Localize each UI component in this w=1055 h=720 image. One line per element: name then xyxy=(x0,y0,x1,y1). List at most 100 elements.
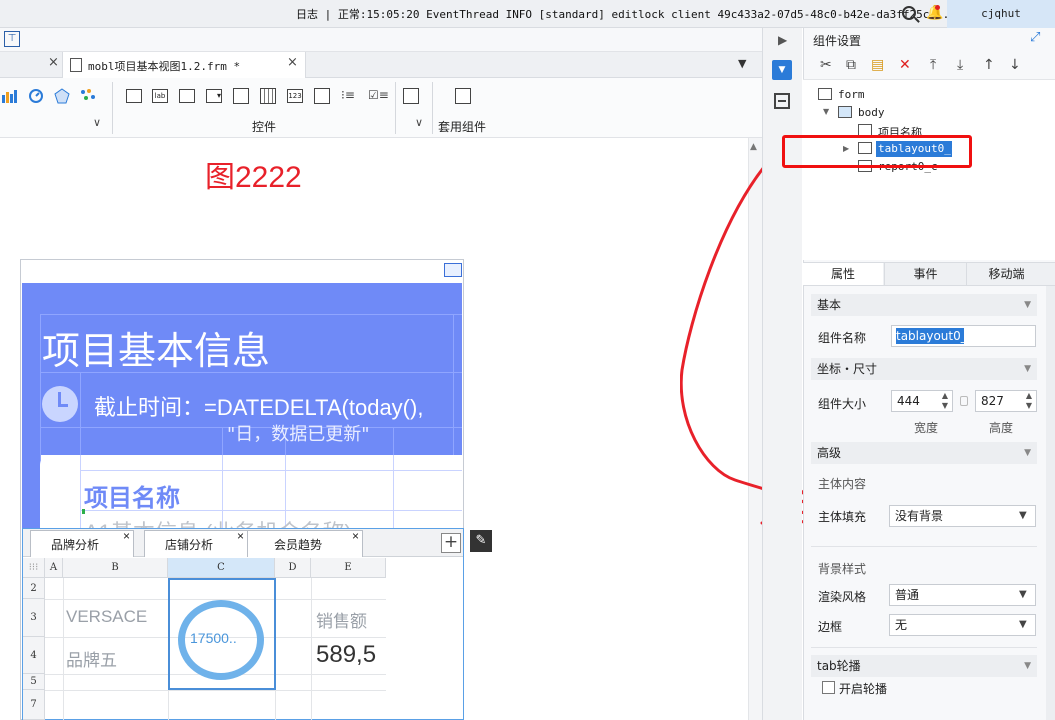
cut-icon[interactable]: ✂ xyxy=(820,57,832,73)
chevron-down-icon[interactable]: ▼ xyxy=(1019,589,1027,600)
column-header[interactable]: D xyxy=(275,558,311,578)
search-icon[interactable] xyxy=(902,6,916,20)
expand-arrow-icon[interactable]: ▼ xyxy=(823,107,829,116)
apply-component-label[interactable]: 套用组件 xyxy=(438,118,486,135)
gauge-chart-icon[interactable] xyxy=(28,88,44,104)
cell-b3[interactable]: VERSACE xyxy=(66,607,147,627)
log-label[interactable]: 日志 xyxy=(296,8,318,21)
carousel-label[interactable]: 开启轮播 xyxy=(839,680,887,697)
carousel-checkbox[interactable] xyxy=(822,681,835,694)
height-stepper[interactable]: ▲ ▼ xyxy=(1023,391,1035,413)
tab-close-icon[interactable]: × xyxy=(287,55,298,70)
tab-member-trend[interactable]: 会员趋势 × xyxy=(247,529,363,557)
toolbar-divider xyxy=(432,82,433,134)
section-basic[interactable]: 基本 ▼ xyxy=(811,294,1037,316)
text-input-widget-icon[interactable] xyxy=(179,89,195,103)
delete-icon[interactable]: ✕ xyxy=(899,57,911,73)
move-top-icon[interactable]: ⤒ xyxy=(930,57,936,73)
column-header[interactable]: B xyxy=(63,558,168,578)
grid-line xyxy=(393,455,394,530)
section-advanced[interactable]: 高级 ▼ xyxy=(811,442,1037,464)
row-header[interactable]: 2 xyxy=(23,578,45,599)
tab-active-label[interactable]: mobl项目基本视图1.2.frm * xyxy=(88,58,240,74)
user-name[interactable]: cjqhut xyxy=(947,0,1055,28)
chevron-down-icon[interactable]: ▼ xyxy=(1019,510,1027,521)
file-icon xyxy=(70,58,82,72)
component-settings-icon[interactable]: ▼ xyxy=(772,60,792,80)
border-select[interactable]: 无 xyxy=(889,614,1036,636)
move-bottom-icon[interactable]: ⤓ xyxy=(957,57,963,73)
tree-item-body[interactable]: body xyxy=(858,106,885,119)
edit-widget-button[interactable]: ✎ xyxy=(470,530,492,552)
tab-close-icon[interactable]: × xyxy=(237,529,244,543)
panel-pin-icon[interactable]: ⤢ xyxy=(1030,30,1040,45)
scatter-icon[interactable] xyxy=(80,88,96,104)
tab-close-icon[interactable]: × xyxy=(123,529,130,543)
tab-close-icon[interactable]: × xyxy=(352,529,359,543)
column-header[interactable]: A xyxy=(45,558,63,578)
form-widget-toggle-icon[interactable] xyxy=(444,263,462,277)
sheet-corner[interactable]: ⁝⁝⁝ xyxy=(23,558,45,578)
move-down-icon[interactable]: ↓ xyxy=(1009,57,1021,73)
add-tab-button[interactable]: + xyxy=(441,533,461,553)
previous-tab-close-icon[interactable]: × xyxy=(48,55,59,70)
table-widget-icon[interactable] xyxy=(260,88,276,104)
deadline-formula: 截止时间：=DATEDELTA(today(), xyxy=(94,395,424,420)
number-widget-icon[interactable]: 123 xyxy=(287,89,303,103)
chevron-down-icon[interactable]: ∨ xyxy=(415,116,423,129)
cell-b4[interactable]: 品牌五 xyxy=(66,646,117,671)
deadline-formula-line2: "日，数据已更新" xyxy=(227,424,370,445)
radio-group-icon[interactable]: ⁝≡ xyxy=(341,88,355,102)
checkbox-group-icon[interactable]: ☑≡ xyxy=(368,88,389,102)
cell-e4[interactable]: 589,5 xyxy=(316,641,376,669)
row-header[interactable]: 5 xyxy=(23,674,45,690)
tree-item-form[interactable]: form xyxy=(838,88,865,101)
cell-line xyxy=(63,578,64,720)
date-widget-icon[interactable] xyxy=(233,88,249,104)
cell-e3[interactable]: 销售额 xyxy=(316,607,367,632)
section-tab-carousel[interactable]: tab轮播 ▼ xyxy=(811,655,1037,677)
lock-ratio-icon[interactable] xyxy=(960,396,968,406)
paste-icon[interactable]: ▤ xyxy=(871,57,884,73)
notification-dot xyxy=(935,5,940,10)
width-stepper[interactable]: ▲ ▼ xyxy=(939,391,951,413)
dropdown-widget-icon[interactable]: ▾ xyxy=(206,89,222,103)
chart-icon[interactable] xyxy=(2,89,18,103)
move-up-icon[interactable]: ↑ xyxy=(983,57,995,73)
label-widget-icon[interactable]: lab xyxy=(152,89,168,103)
tab-list-dropdown-icon[interactable]: ▼ xyxy=(738,57,746,70)
row-header[interactable]: 4 xyxy=(23,637,45,674)
component-toolbar xyxy=(0,78,762,138)
column-header[interactable]: E xyxy=(311,558,386,578)
layout-icon[interactable] xyxy=(774,93,790,109)
render-style-select[interactable]: 普通 xyxy=(889,584,1036,606)
apply-component-icon[interactable] xyxy=(455,88,471,104)
tab-store-analysis[interactable]: 店铺分析 × xyxy=(144,529,248,557)
fill-select[interactable]: 没有背景 xyxy=(889,505,1036,527)
tab-properties[interactable]: 属性 xyxy=(803,263,883,285)
row-header[interactable]: 7 xyxy=(23,690,45,720)
column-header[interactable]: C xyxy=(168,558,275,578)
tab-mobile[interactable]: 移动端 xyxy=(966,263,1046,285)
button-widget-icon[interactable] xyxy=(126,89,142,103)
panel-scrollbar[interactable] xyxy=(1046,286,1055,720)
template-tree-icon[interactable]: ⊤ xyxy=(4,31,20,47)
chevron-down-icon[interactable]: ▼ xyxy=(1019,619,1027,630)
height-caption: 高度 xyxy=(989,421,1014,435)
chevron-down-icon: ▼ xyxy=(1024,364,1031,374)
chevron-down-icon[interactable]: ∨ xyxy=(93,116,101,129)
search-widget-icon[interactable] xyxy=(403,88,419,104)
toolbar-group-label: 控件 xyxy=(252,120,277,134)
fill-label: 主体填充 xyxy=(818,510,867,524)
collapse-panel-icon[interactable]: ▶ xyxy=(778,33,787,47)
tab-events[interactable]: 事件 xyxy=(884,263,966,285)
component-name-value[interactable]: tablayout0_c xyxy=(896,328,964,344)
row-header[interactable]: 3 xyxy=(23,599,45,637)
textarea-widget-icon[interactable] xyxy=(314,88,330,104)
map-icon[interactable] xyxy=(54,88,70,104)
tab-brand-analysis[interactable]: 品牌分析 × xyxy=(30,529,134,557)
grid-line xyxy=(80,455,81,530)
copy-icon[interactable]: ⧉ xyxy=(846,57,856,73)
section-coords[interactable]: 坐标・尺寸 ▼ xyxy=(811,358,1037,380)
chevron-down-icon: ▼ xyxy=(1024,448,1031,458)
